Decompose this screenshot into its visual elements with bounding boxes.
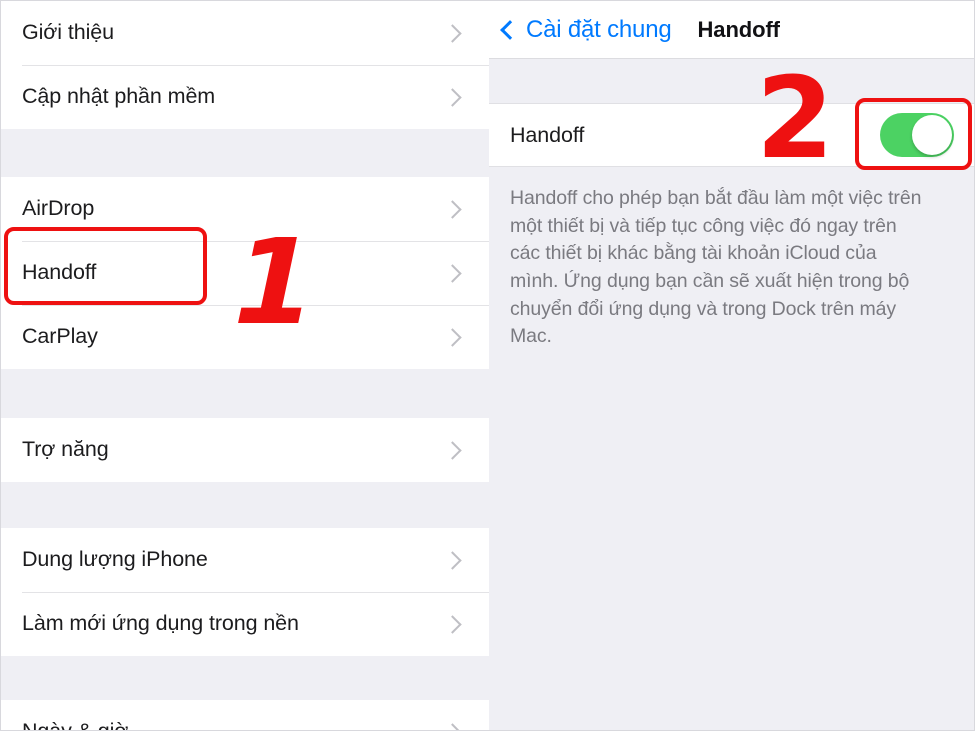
sidebar-item-ngay-gio[interactable]: Ngày & giờ — [1, 700, 489, 730]
row-label: CarPlay — [22, 324, 98, 349]
section-gap — [1, 656, 489, 700]
sidebar-item-gioi-thieu[interactable]: Giới thiệu — [1, 1, 489, 65]
chevron-left-icon — [500, 19, 520, 40]
back-button-label: Cài đặt chung — [526, 15, 672, 43]
screenshot-root: Giới thiệu Cập nhật phần mềm AirDrop Han… — [0, 0, 975, 731]
chevron-right-icon — [443, 263, 462, 283]
chevron-right-icon — [443, 550, 462, 570]
section-gap — [489, 59, 974, 103]
section-gap — [1, 482, 489, 528]
settings-group: Dung lượng iPhone Làm mới ứng dụng trong… — [1, 528, 489, 656]
switch-knob — [912, 115, 952, 155]
settings-group: Ngày & giờ — [1, 700, 489, 730]
navigation-bar: Cài đặt chung Handoff — [489, 1, 974, 59]
sidebar-item-tro-nang[interactable]: Trợ năng — [1, 418, 489, 482]
page-title: Handoff — [697, 16, 781, 42]
row-label: Dung lượng iPhone — [22, 547, 208, 572]
handoff-description: Handoff cho phép bạn bắt đầu làm một việ… — [510, 187, 922, 348]
chevron-right-icon — [443, 722, 462, 730]
handoff-detail-panel: Cài đặt chung Handoff Handoff Handoff ch… — [489, 1, 974, 730]
section-gap — [1, 129, 489, 177]
row-label: Ngày & giờ — [22, 719, 446, 730]
sidebar-item-cap-nhat-phan-mem[interactable]: Cập nhật phần mềm — [1, 65, 489, 129]
row-label: AirDrop — [22, 196, 95, 221]
settings-group: Trợ năng — [1, 418, 489, 482]
row-label: Handoff — [22, 260, 97, 285]
settings-group: AirDrop Handoff CarPlay — [1, 177, 489, 369]
handoff-toggle-switch[interactable] — [880, 113, 954, 157]
row-label: Làm mới ứng dụng trong nền — [22, 611, 299, 636]
chevron-right-icon — [443, 327, 462, 347]
handoff-toggle-row[interactable]: Handoff — [489, 103, 974, 167]
section-gap — [1, 369, 489, 418]
back-button[interactable]: Cài đặt chung — [499, 16, 672, 44]
chevron-right-icon — [443, 440, 462, 460]
sidebar-item-handoff[interactable]: Handoff — [1, 241, 489, 305]
settings-group: Giới thiệu Cập nhật phần mềm — [1, 1, 489, 129]
chevron-right-icon — [443, 23, 462, 43]
general-settings-list: Giới thiệu Cập nhật phần mềm AirDrop Han… — [1, 1, 489, 730]
sidebar-item-carplay[interactable]: CarPlay — [1, 305, 489, 369]
row-label: Trợ năng — [22, 437, 109, 462]
row-label: Giới thiệu — [22, 20, 114, 45]
row-label: Cập nhật phần mềm — [22, 84, 216, 109]
chevron-right-icon — [443, 87, 462, 107]
chevron-right-icon — [443, 199, 462, 219]
handoff-toggle-label: Handoff — [510, 122, 585, 147]
chevron-right-icon — [443, 614, 462, 634]
sidebar-item-lam-moi-ung-dung-trong-nen[interactable]: Làm mới ứng dụng trong nền — [1, 592, 489, 656]
sidebar-item-airdrop[interactable]: AirDrop — [1, 177, 489, 241]
sidebar-item-dung-luong-iphone[interactable]: Dung lượng iPhone — [1, 528, 489, 592]
